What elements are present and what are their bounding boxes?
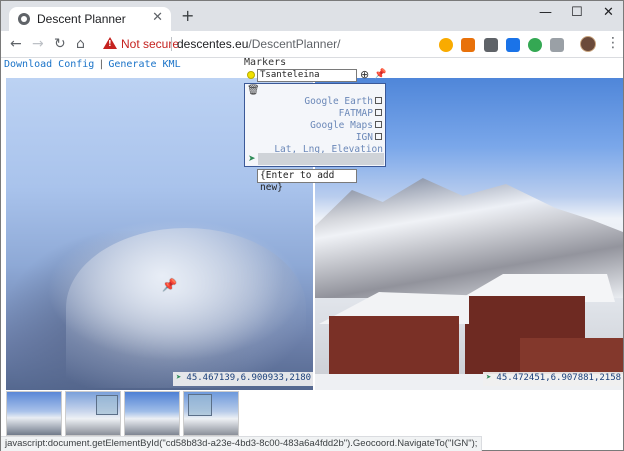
url-path: /DescentPlanner/ <box>248 37 341 51</box>
left-coords-text: 45.467139,6.900933,2180 <box>186 373 312 383</box>
thumbnail-3[interactable] <box>124 391 180 436</box>
marker-row: Tsanteleina ⊕ 📌 <box>244 68 386 83</box>
link-label: FATMAP <box>338 108 373 119</box>
tab-descent-planner[interactable]: Descent Planner ✕ <box>9 7 171 31</box>
add-marker-input[interactable]: {Enter to add new} <box>257 169 357 193</box>
google-earth-link[interactable]: Google Earth <box>304 96 382 107</box>
download-config-link[interactable]: Download Config <box>4 59 94 70</box>
extension-icon-2[interactable] <box>461 38 475 52</box>
coordinate-field[interactable] <box>258 153 384 165</box>
thumbnail-2[interactable] <box>65 391 121 436</box>
external-link-icon <box>375 121 382 128</box>
extension-icon-3[interactable] <box>484 38 498 52</box>
extension-icon-5[interactable] <box>528 38 542 52</box>
tab-title: Descent Planner <box>37 12 126 26</box>
browser-window: Descent Planner ✕ + — ☐ ✕ ← → ↻ ⌂ Not se… <box>0 0 624 451</box>
reload-button[interactable]: ↻ <box>54 35 66 53</box>
marker-name-input[interactable]: Tsanteleina <box>257 69 357 82</box>
maximize-button[interactable]: ☐ <box>571 5 583 20</box>
address-bar[interactable]: Not secure descentes.eu/DescentPlanner/ … <box>99 34 521 55</box>
browser-menu-icon[interactable]: ⋮ <box>606 35 620 51</box>
external-link-icon <box>375 97 382 104</box>
marker-links-panel: 🗑 Google Earth FATMAP Google Maps IGN La… <box>244 83 386 167</box>
top-links: Download Config | Generate KML <box>4 59 181 70</box>
navigation-arrow-icon[interactable]: ➤ <box>176 373 181 383</box>
forward-button[interactable]: → <box>32 35 44 53</box>
navigation-arrow-icon[interactable]: ➤ <box>486 373 491 383</box>
pin-icon[interactable]: 📌 <box>374 69 386 80</box>
selection-box <box>188 394 212 416</box>
home-button[interactable]: ⌂ <box>76 35 85 53</box>
tab-strip: Descent Planner ✕ + — ☐ ✕ <box>1 1 623 31</box>
markers-heading: Markers <box>244 57 287 68</box>
mountain-ridge <box>66 228 306 388</box>
left-coords-readout: ➤ 45.467139,6.900933,2180 <box>173 372 313 386</box>
link-separator: | <box>98 59 105 70</box>
profile-avatar[interactable] <box>580 36 596 52</box>
extension-icon-4[interactable] <box>506 38 520 52</box>
marker-color-dot[interactable] <box>247 71 255 79</box>
extension-icon-1[interactable] <box>439 38 453 52</box>
ign-link[interactable]: IGN <box>356 132 382 143</box>
url-domain: descentes.eu <box>177 37 249 51</box>
new-tab-button[interactable]: + <box>181 8 194 24</box>
google-maps-link[interactable]: Google Maps <box>310 120 382 131</box>
thumbnail-4[interactable] <box>183 391 239 436</box>
page-content: Download Config | Generate KML 📌 ➤ 45.46713… <box>1 57 623 436</box>
warning-icon[interactable] <box>103 37 117 49</box>
globe-icon <box>18 13 30 25</box>
trash-icon[interactable]: 🗑 <box>247 85 260 96</box>
selection-box <box>96 395 118 415</box>
fatmap-link[interactable]: FATMAP <box>339 108 382 119</box>
back-button[interactable]: ← <box>10 35 22 53</box>
url-text[interactable]: descentes.eu/DescentPlanner/ <box>177 37 340 51</box>
marker-pin-icon[interactable]: 📌 <box>162 279 177 291</box>
status-bar: javascript:document.getElementById("cd58… <box>1 436 483 451</box>
close-window-button[interactable]: ✕ <box>603 5 614 20</box>
navigation-arrow-icon[interactable]: ➤ <box>248 154 256 164</box>
thumbnail-1[interactable] <box>6 391 62 436</box>
external-link-icon <box>375 133 382 140</box>
download-icon[interactable] <box>550 38 564 52</box>
minimize-button[interactable]: — <box>539 5 552 20</box>
link-label: Google Maps <box>310 120 373 131</box>
target-icon[interactable]: ⊕ <box>360 68 369 81</box>
link-label: IGN <box>355 132 373 143</box>
right-coords-text: 45.472451,6.907881,2158.8 <box>496 373 623 383</box>
link-label: Google Earth <box>304 96 373 107</box>
browser-toolbar: ← → ↻ ⌂ Not secure descentes.eu/DescentP… <box>1 31 623 58</box>
tab-close-button[interactable]: ✕ <box>152 10 163 25</box>
right-coords-readout: ➤ 45.472451,6.907881,2158.8 <box>483 372 623 386</box>
generate-kml-link[interactable]: Generate KML <box>108 59 180 70</box>
omnibox-divider <box>171 37 172 51</box>
external-link-icon <box>375 109 382 116</box>
